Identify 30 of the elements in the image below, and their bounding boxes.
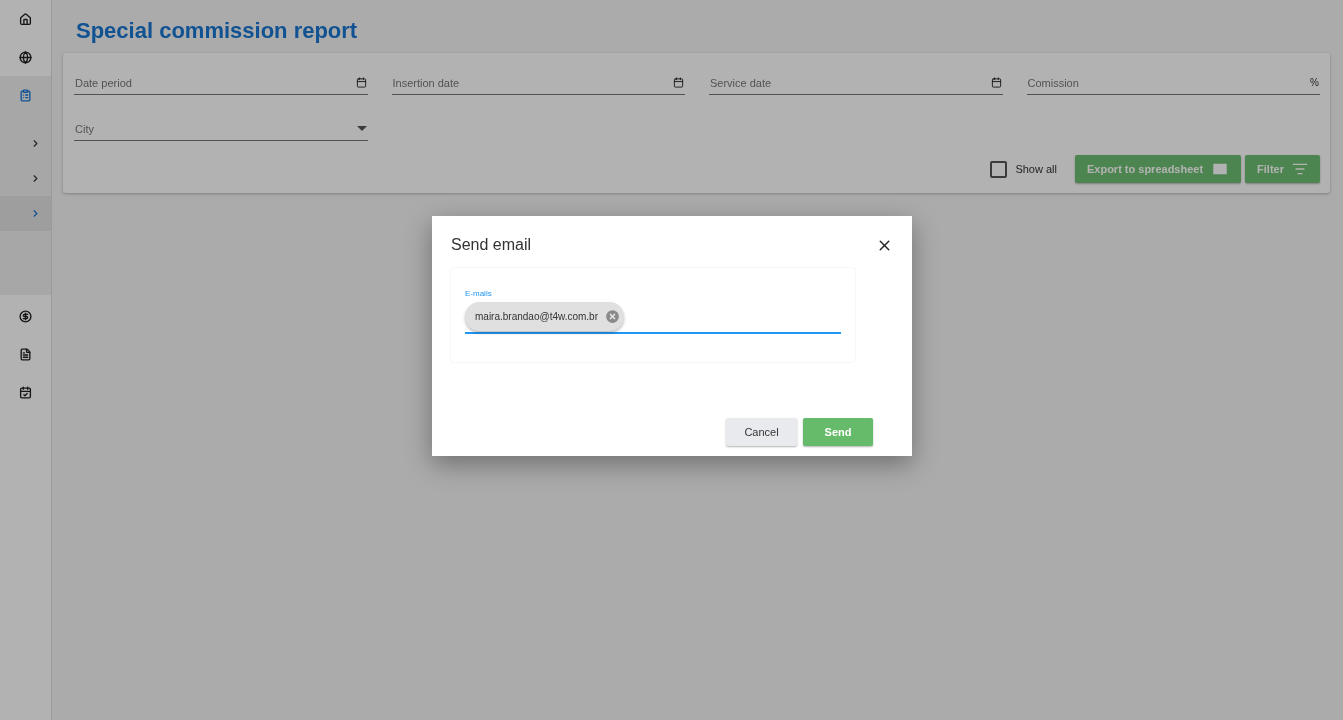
- filter-icon: [1292, 161, 1308, 177]
- home-icon: [19, 12, 32, 26]
- checkbox-label: Show all: [1015, 163, 1057, 175]
- remove-chip-icon[interactable]: [604, 307, 621, 325]
- select-field[interactable]: City: [74, 117, 368, 141]
- export-button[interactable]: Export to spreadsheet: [1074, 155, 1242, 183]
- globe-icon: [19, 50, 32, 64]
- field-label: E-mails: [465, 289, 492, 298]
- dropdown-caret-icon[interactable]: [356, 126, 367, 131]
- input-field[interactable]: Comission %: [1026, 71, 1320, 95]
- chip-text: maira.brandao@t4w.com.br: [475, 310, 598, 322]
- checkbox-box[interactable]: [990, 160, 1008, 178]
- cancel-button[interactable]: Cancel: [726, 418, 797, 446]
- clipboard-icon: [19, 88, 32, 102]
- page-title: Special commission report: [76, 18, 359, 44]
- dialog-title: Send email: [451, 236, 532, 254]
- show-all-checkbox[interactable]: Show all: [990, 160, 1057, 178]
- document-icon: [19, 347, 32, 361]
- calendar-icon[interactable]: [673, 77, 684, 88]
- calendar-icon[interactable]: [355, 77, 367, 88]
- send-button[interactable]: Send: [803, 418, 873, 446]
- percent-suffix: %: [1310, 77, 1319, 88]
- calendar-icon[interactable]: [990, 77, 1002, 88]
- filter-button[interactable]: Filter: [1245, 155, 1320, 183]
- email-chip-field[interactable]: maira.brandao@t4w.com.br: [465, 300, 841, 334]
- input-field[interactable]: Service date: [709, 71, 1003, 95]
- input-field[interactable]: Date period: [74, 71, 368, 95]
- dollar-icon: [19, 309, 32, 323]
- input-field[interactable]: Insertion date: [391, 71, 685, 95]
- calendar-check-icon: [19, 385, 32, 399]
